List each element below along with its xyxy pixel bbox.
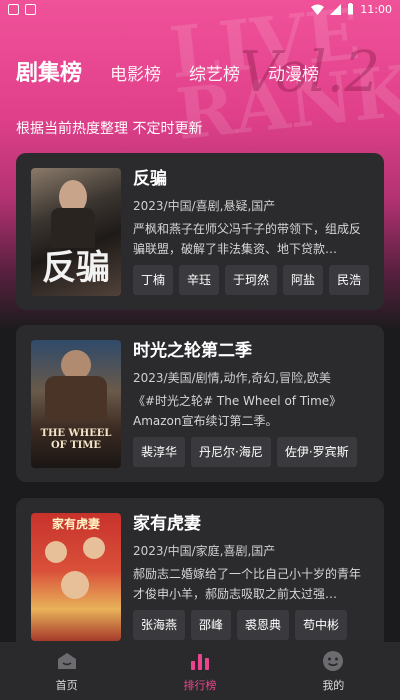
poster-title: 反骗 [42, 248, 110, 288]
show-meta: 2023/中国/家庭,喜剧,国产 [133, 544, 276, 558]
battery-icon [348, 3, 354, 15]
ranking-icon [189, 649, 211, 673]
cast-tag[interactable]: 阿盐 [283, 265, 324, 295]
show-title: 家有虎妻 [133, 514, 201, 534]
cast-tags: 裴淳华 丹尼尔·海尼 佐伊·罗宾斯 [133, 437, 372, 467]
list-item[interactable]: 家有虎妻 家有虎妻 2023/中国/家庭,喜剧,国产 郝励志二婚嫁给了一个比自己… [16, 498, 384, 655]
show-title: 反骗 [133, 169, 167, 189]
list-item[interactable]: THE WHEEL OF TIME 时光之轮第二季 2023/美国/剧情,动作,… [16, 325, 384, 482]
poster-title: 家有虎妻 [51, 517, 100, 531]
bottom-nav: 首页 排行榜 我的 [0, 642, 400, 700]
cast-tag[interactable]: 张海燕 [133, 610, 186, 640]
cast-tag[interactable]: 丹尼尔·海尼 [191, 437, 271, 467]
poster-image: 家有虎妻 [31, 513, 121, 641]
show-description: 郝励志二婚嫁给了一个比自己小十岁的青年才俊申小羊，郝励志吸取之前太过强… [133, 567, 362, 601]
show-meta: 2023/美国/剧情,动作,奇幻,冒险,欧美 [133, 371, 331, 385]
cast-tag[interactable]: 辛珏 [179, 265, 220, 295]
tab-series[interactable]: 剧集榜 [16, 55, 82, 87]
ranking-subtitle: 根据当前热度整理 不定时更新 [16, 121, 203, 137]
home-icon [56, 649, 78, 673]
cast-tag[interactable]: 佐伊·罗宾斯 [276, 437, 357, 467]
cast-tag[interactable]: 裘恩典 [237, 610, 290, 640]
nav-home[interactable]: 首页 [17, 649, 117, 693]
show-description: 严枫和燕子在师父冯千子的带领下，组成反骗联盟，破解了非法集资、地下贷款… [133, 222, 362, 256]
cast-tag[interactable]: 民浩 [329, 265, 370, 295]
cast-tag[interactable]: 丁楠 [133, 265, 174, 295]
ranking-tabs: 剧集榜 电影榜 综艺榜 动漫榜 [16, 55, 347, 87]
poster-title: THE WHEEL OF TIME [40, 428, 112, 451]
cast-tags: 张海燕 邵峰 裘恩典 苟中彬 [133, 610, 372, 640]
signal-icon [330, 3, 342, 15]
cast-tag[interactable]: 裴淳华 [133, 437, 186, 467]
status-time: 11:00 [360, 2, 392, 16]
nav-profile[interactable]: 我的 [283, 649, 383, 693]
tab-anime[interactable]: 动漫榜 [268, 60, 319, 85]
nav-ranking[interactable]: 排行榜 [150, 649, 250, 693]
smiley-icon [322, 649, 344, 673]
cast-tag[interactable]: 于珂然 [225, 265, 278, 295]
show-description: 《#时光之轮# The Wheel of Time》Amazon宣布续订第二季。 [133, 394, 342, 428]
wifi-icon [311, 4, 325, 15]
nav-profile-label: 我的 [322, 679, 345, 692]
cast-tags: 丁楠 辛珏 于珂然 阿盐 民浩 [133, 265, 372, 295]
tab-movies[interactable]: 电影榜 [110, 60, 161, 85]
poster-image: 反骗 [31, 168, 121, 296]
notification-icon [8, 3, 19, 15]
tab-variety[interactable]: 综艺榜 [189, 60, 240, 85]
show-title: 时光之轮第二季 [133, 341, 252, 361]
nav-ranking-label: 排行榜 [183, 679, 217, 692]
cast-tag[interactable]: 邵峰 [191, 610, 232, 640]
poster-image: THE WHEEL OF TIME [31, 340, 121, 468]
status-bar: 11:00 [0, 0, 400, 18]
cast-tag[interactable]: 苟中彬 [295, 610, 348, 640]
show-meta: 2023/中国/喜剧,悬疑,国产 [133, 199, 276, 213]
list-item[interactable]: 反骗 反骗 2023/中国/喜剧,悬疑,国产 严枫和燕子在师父冯千子的带领下，组… [16, 153, 384, 310]
app-notification-icon [25, 3, 36, 15]
nav-home-label: 首页 [55, 679, 78, 692]
